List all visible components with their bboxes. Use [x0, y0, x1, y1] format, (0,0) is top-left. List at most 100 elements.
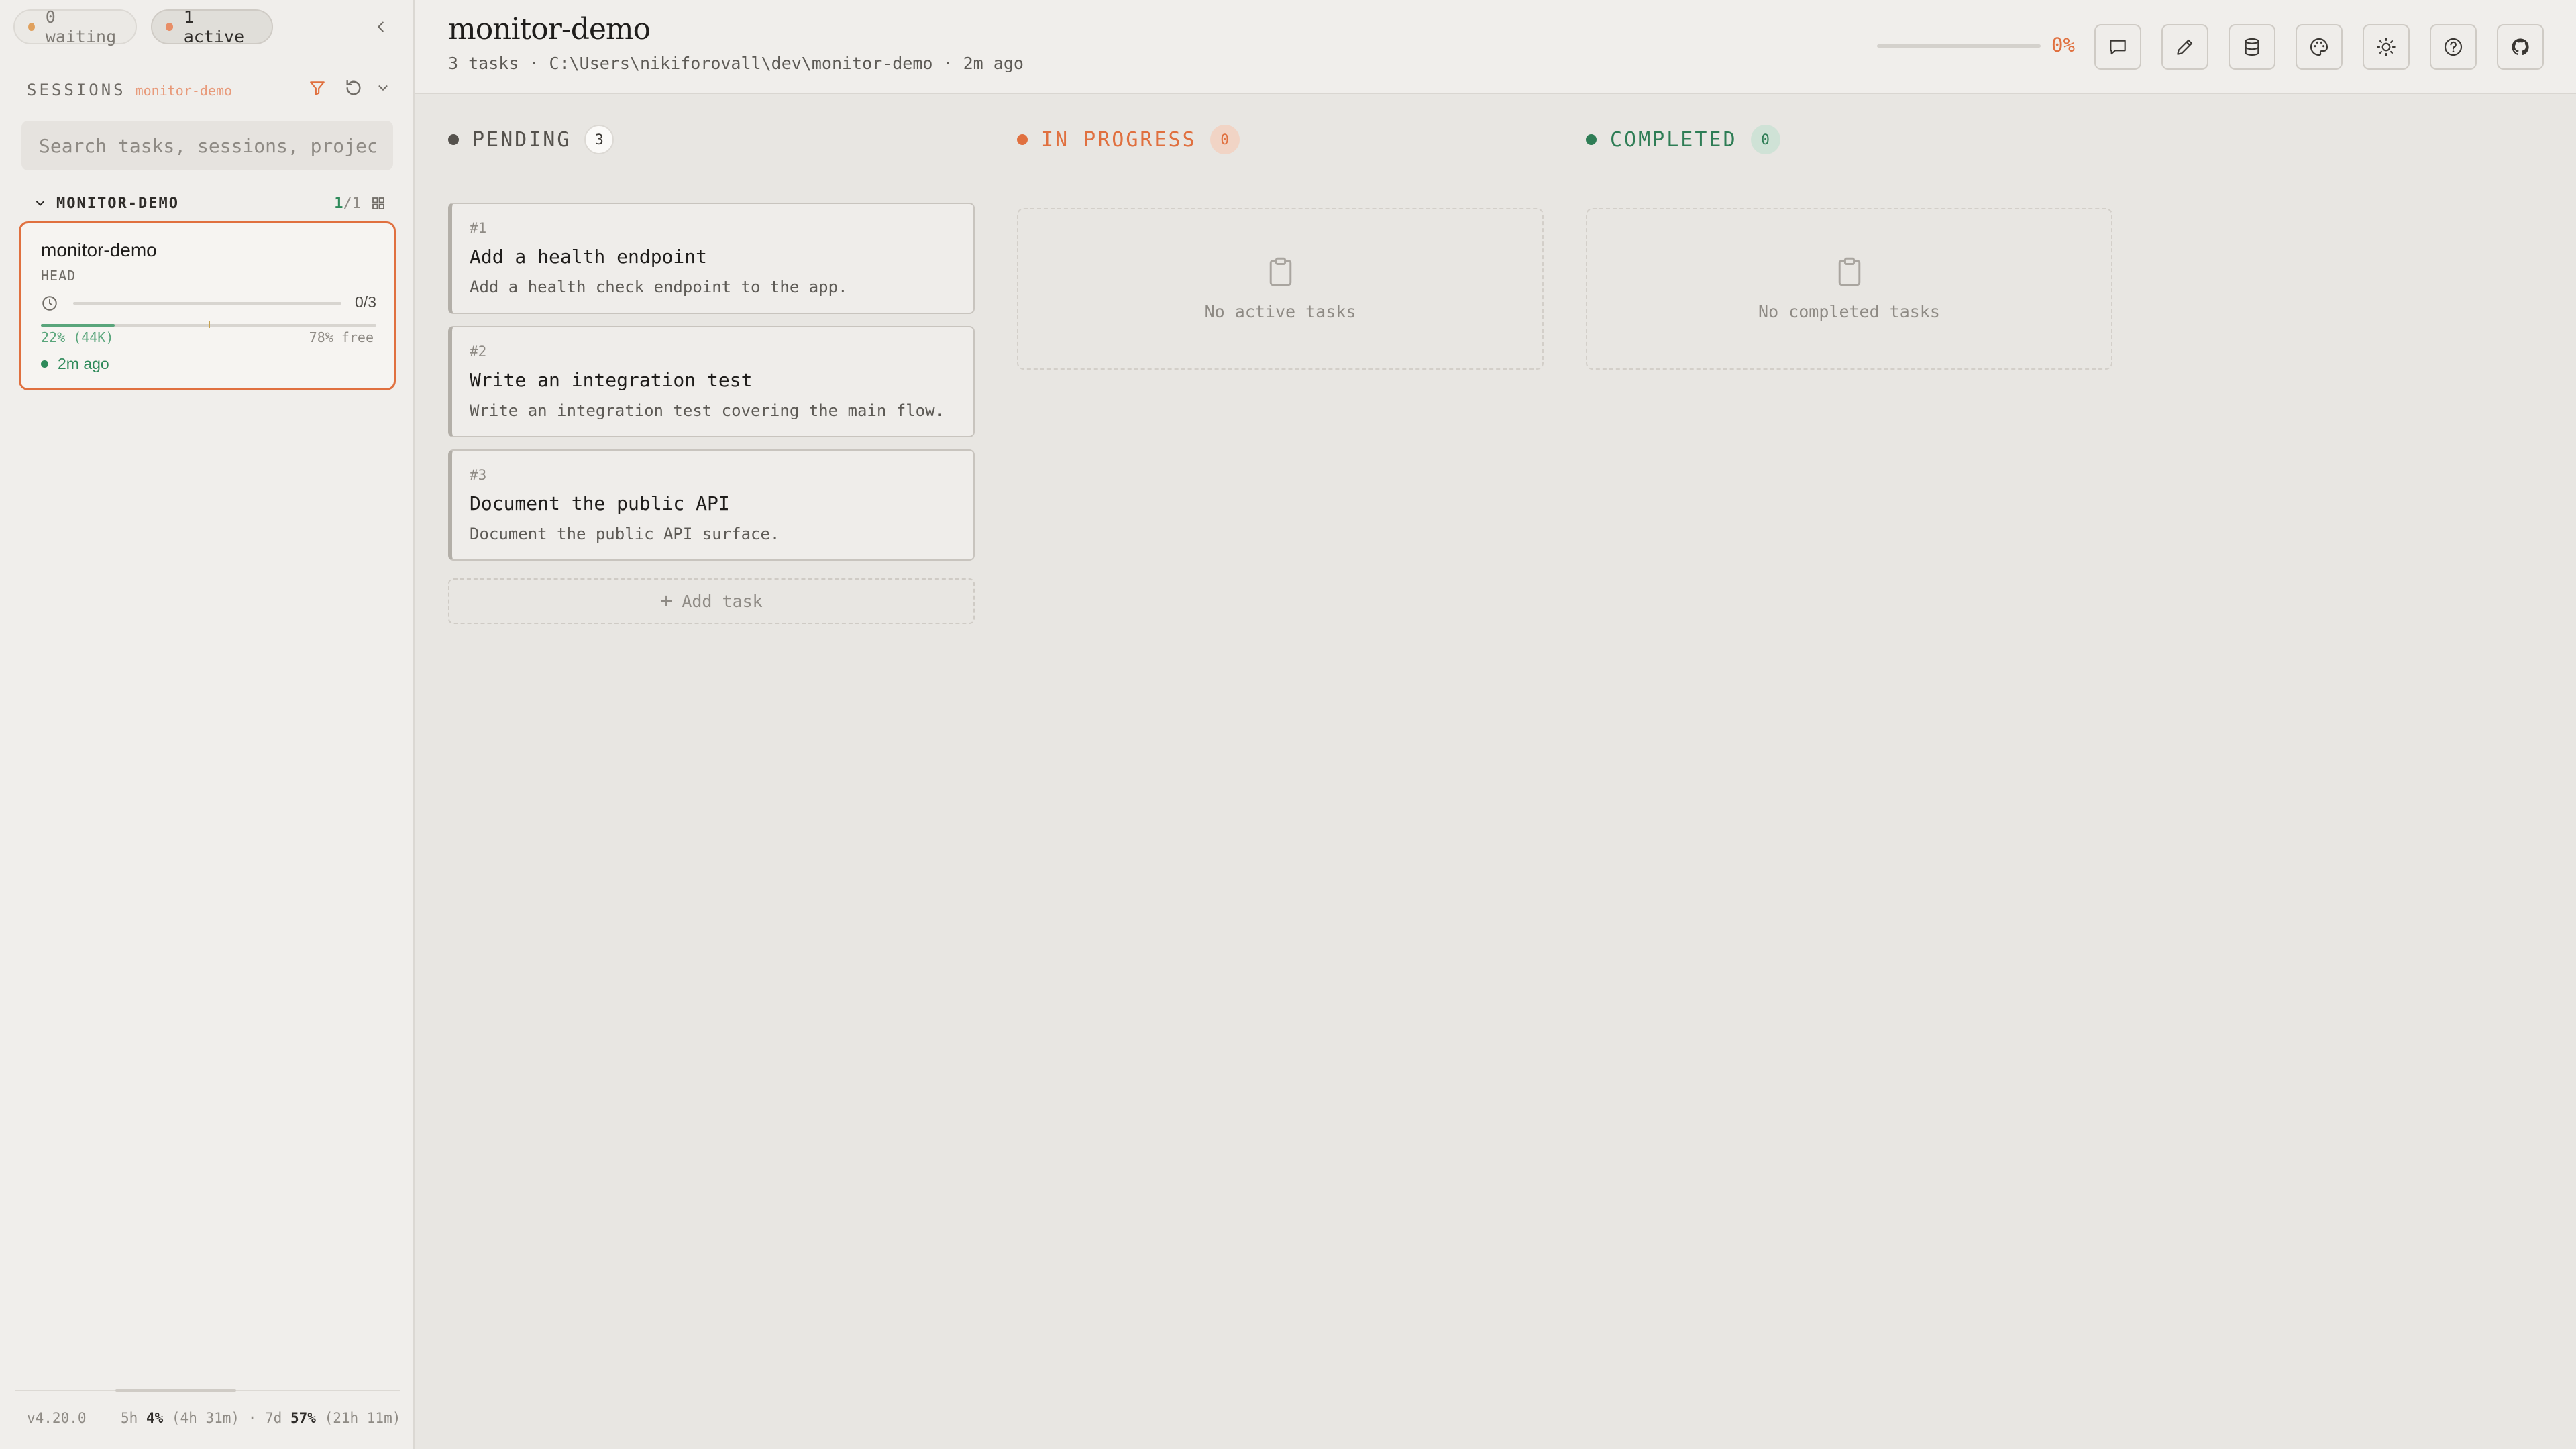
sessions-menu-button[interactable]	[372, 76, 394, 99]
database-icon	[2245, 38, 2259, 56]
page-title: monitor-demo	[448, 12, 651, 46]
completed-count-badge: 0	[1750, 125, 1780, 154]
search-input[interactable]	[21, 121, 393, 170]
project-group-name: MONITOR-DEMO	[56, 195, 179, 212]
session-branch: HEAD	[41, 268, 76, 284]
task-id: #2	[470, 343, 487, 360]
plus-icon: +	[660, 589, 673, 612]
usage-7d-reset: (21h 11m)	[324, 1410, 401, 1426]
completed-empty-state: No completed tasks	[1586, 208, 2112, 370]
github-button[interactable]	[2497, 24, 2544, 70]
usage-separator: ·	[248, 1410, 257, 1426]
sun-icon	[2377, 38, 2396, 56]
usage-limits: 5h 4% (4h 31m) · 7d 57% (21h 11m)	[121, 1410, 400, 1426]
theme-palette-button[interactable]	[2296, 24, 2343, 70]
waiting-filter-pill[interactable]: 0 waiting	[13, 7, 137, 46]
in-progress-column-header: IN PROGRESS 0	[1017, 125, 1240, 154]
context-usage-bar	[41, 321, 376, 328]
page-header: monitor-demo 3 tasks · C:\Users\nikiforo…	[415, 0, 2576, 94]
refresh-button[interactable]	[342, 76, 365, 99]
in-progress-title: IN PROGRESS	[1041, 127, 1197, 152]
usage-5h-label: 5h	[121, 1410, 138, 1426]
group-count-total: 1	[352, 195, 361, 212]
task-card[interactable]: #2 Write an integration test Write an in…	[448, 326, 975, 437]
chat-button[interactable]	[2094, 24, 2141, 70]
project-group-header[interactable]: MONITOR-DEMO 1/1	[34, 192, 384, 215]
clock-icon	[42, 296, 57, 311]
task-title: Document the public API	[470, 492, 730, 515]
refresh-icon	[346, 80, 361, 95]
completed-empty-text: No completed tasks	[1758, 302, 1940, 321]
add-task-label: Add task	[682, 591, 763, 611]
app-version: v4.20.0	[27, 1410, 87, 1426]
light-mode-button[interactable]	[2363, 24, 2410, 70]
in-progress-empty-text: No active tasks	[1204, 302, 1356, 321]
help-icon	[2444, 38, 2463, 56]
page-meta: 3 tasks · C:\Users\nikiforovall\dev\moni…	[448, 54, 1024, 73]
sidebar-footer-divider	[15, 1389, 400, 1392]
sidebar-footer: v4.20.0 5h 4% (4h 31m) · 7d 57% (21h 11m…	[27, 1410, 402, 1426]
help-button[interactable]	[2430, 24, 2477, 70]
clipboard-icon	[1838, 257, 1860, 286]
sessions-project-filter: monitor-demo	[135, 83, 233, 99]
grid-view-icon[interactable]	[370, 195, 386, 211]
clipboard-icon	[1269, 257, 1291, 286]
usage-7d-label: 7d	[265, 1410, 282, 1426]
task-card[interactable]: #1 Add a health endpoint Add a health ch…	[448, 203, 975, 314]
session-card[interactable]: monitor-demo HEAD 0/3 22% (44K) 78% free…	[19, 221, 396, 390]
chat-icon	[2110, 40, 2126, 55]
in-progress-count-badge: 0	[1210, 125, 1240, 154]
session-title: monitor-demo	[41, 239, 157, 260]
task-title: Add a health endpoint	[470, 246, 708, 268]
context-usage-fill	[41, 324, 115, 327]
add-task-button[interactable]: + Add task	[448, 578, 975, 624]
chevron-down-icon	[36, 201, 44, 206]
context-free-label: 78% free	[309, 329, 374, 345]
session-last-activity: 2m ago	[41, 355, 109, 373]
palette-icon	[2310, 38, 2328, 56]
context-used-label: 22% (44K)	[41, 329, 114, 345]
completed-title: COMPLETED	[1610, 127, 1737, 152]
sidebar: 0 waiting 1 active SESSIONS monitor-demo	[0, 0, 415, 1449]
pencil-icon	[2177, 39, 2193, 55]
task-description: Add a health check endpoint to the app.	[470, 278, 848, 297]
waiting-status-dot	[28, 23, 35, 31]
filter-icon	[310, 81, 325, 95]
github-icon	[2512, 38, 2529, 56]
chevron-down-icon	[378, 85, 388, 91]
usage-5h-percent: 4%	[146, 1410, 164, 1426]
pending-count-badge: 3	[584, 125, 614, 154]
pending-title: PENDING	[472, 127, 572, 152]
active-status-dot	[166, 23, 173, 31]
task-description: Document the public API surface.	[470, 525, 780, 543]
active-filter-pill[interactable]: 1 active	[151, 7, 273, 46]
usage-5h-reset: (4h 31m)	[171, 1410, 240, 1426]
group-count-active: 1	[334, 195, 343, 212]
collapse-sidebar-button[interactable]	[369, 15, 393, 39]
group-count-separator: /	[343, 195, 352, 212]
chevron-left-icon	[378, 21, 384, 32]
pending-column-header: PENDING 3	[448, 125, 614, 154]
edit-button[interactable]	[2161, 24, 2208, 70]
usage-7d-percent: 57%	[290, 1410, 316, 1426]
waiting-pill-label: 0 waiting	[45, 7, 117, 46]
in-progress-dot	[1017, 134, 1028, 145]
task-title: Write an integration test	[470, 369, 753, 391]
task-id: #3	[470, 467, 487, 483]
task-id: #1	[470, 220, 487, 236]
completed-column-header: COMPLETED 0	[1586, 125, 1780, 154]
overall-progress-percent: 0%	[2051, 34, 2075, 56]
session-progress-text: 0/3	[355, 293, 376, 311]
task-description: Write an integration test covering the m…	[470, 401, 945, 420]
project-group-count: 1/1	[334, 195, 361, 212]
in-progress-empty-state: No active tasks	[1017, 208, 1544, 370]
session-time-label: 2m ago	[58, 355, 109, 372]
pending-dot	[448, 134, 459, 145]
session-status-dot	[41, 360, 48, 368]
session-progress-bar	[73, 302, 341, 305]
database-button[interactable]	[2229, 24, 2275, 70]
sessions-label: SESSIONS	[27, 80, 126, 99]
sessions-header: SESSIONS monitor-demo	[27, 80, 232, 99]
filter-button[interactable]	[306, 76, 329, 99]
task-card[interactable]: #3 Document the public API Document the …	[448, 449, 975, 561]
